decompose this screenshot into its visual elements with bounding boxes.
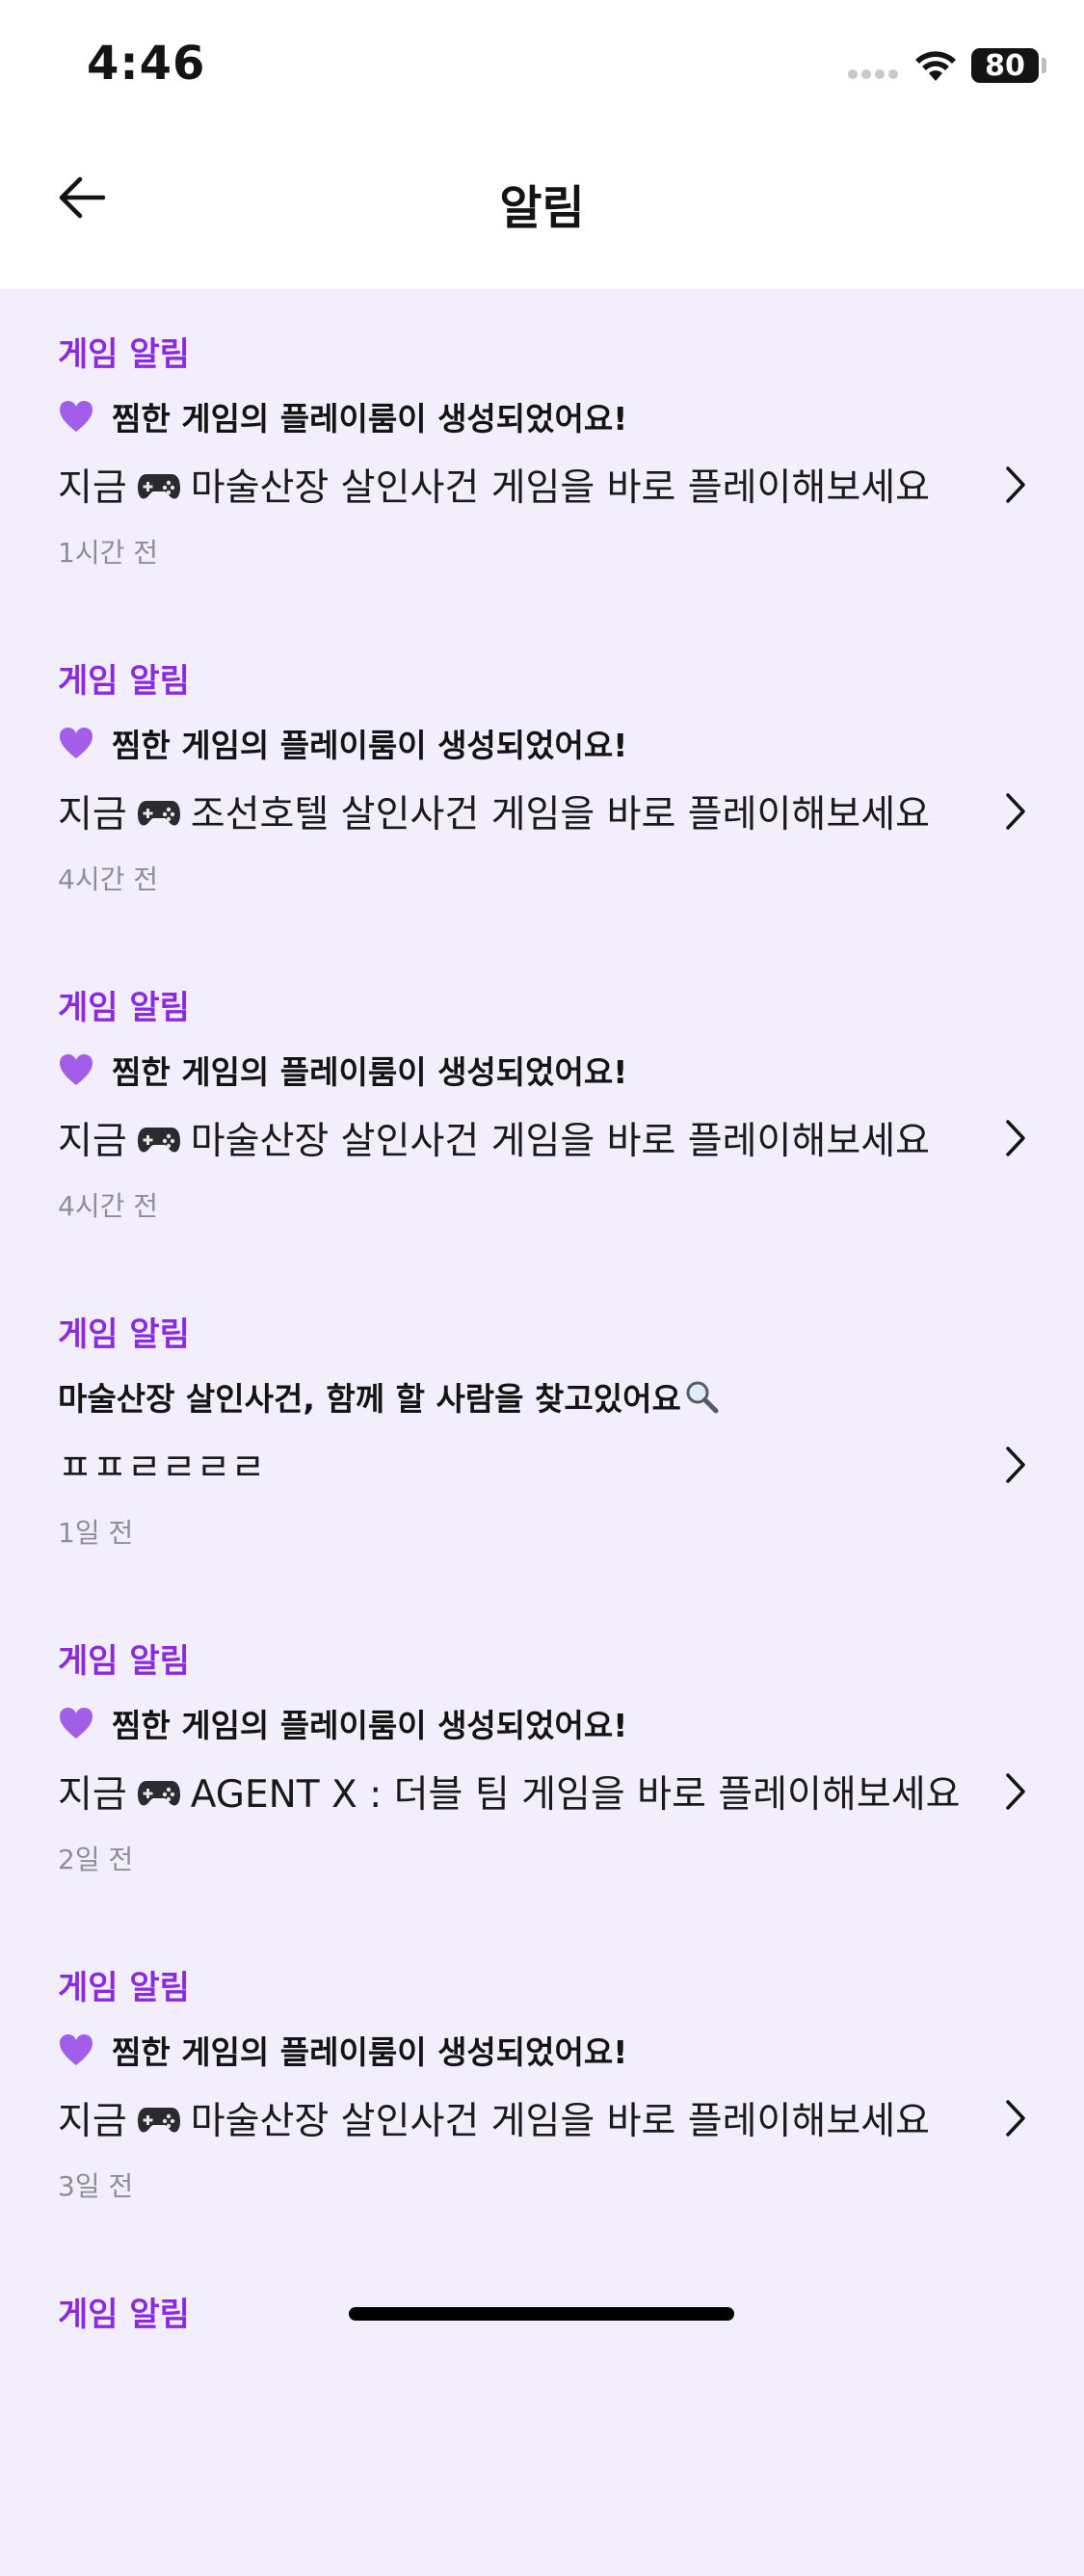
message-text: 마술산장 살인사건 게임을 바로 플레이해보세요 bbox=[190, 2100, 930, 2143]
game-controller-icon bbox=[137, 474, 180, 499]
battery-icon: 80 bbox=[971, 48, 1039, 83]
message-prefix: 지금 bbox=[58, 1120, 127, 1163]
game-controller-icon bbox=[137, 2108, 180, 2133]
notification-time: 1시간 전 bbox=[58, 537, 158, 569]
chevron-right-icon bbox=[1006, 793, 1025, 830]
notification-message: 지금 조선호텔 살인사건 게임을 바로 플레이해보세요 bbox=[58, 784, 983, 838]
notification-headline: 찜한 게임의 플레이룸이 생성되었어요! bbox=[58, 1700, 627, 1746]
battery-cap bbox=[1042, 58, 1046, 73]
navigation-bar: 알림 bbox=[0, 135, 1084, 289]
notification-item[interactable]: 게임 알림 찜한 게임의 플레이룸이 생성되었어요! 지금 마술산장 살인사건 … bbox=[0, 289, 1084, 616]
notification-time: 1일 전 bbox=[58, 1517, 134, 1549]
notification-headline: 찜한 게임의 플레이룸이 생성되었어요! bbox=[58, 393, 627, 439]
chevron-right-icon bbox=[1006, 1447, 1025, 1483]
status-bar: 4:46 80 bbox=[0, 0, 1084, 135]
notification-message: 지금 마술산장 살인사건 게임을 바로 플레이해보세요 bbox=[58, 1111, 983, 1165]
chevron-right-icon bbox=[1006, 1773, 1025, 1810]
page-title: 알림 bbox=[499, 181, 585, 235]
notification-headline: 마술산장 살인사건, 함께 할 사람을 찾고있어요 bbox=[58, 1373, 720, 1420]
notification-category: 게임 알림 bbox=[58, 1969, 190, 2007]
purple-heart-icon bbox=[60, 1708, 93, 1739]
notification-headline: 찜한 게임의 플레이룸이 생성되었어요! bbox=[58, 1047, 627, 1093]
notification-item[interactable]: 게임 알림 찜한 게임의 플레이룸이 생성되었어요! 지금 마술산장 살인사건 … bbox=[0, 943, 1084, 1269]
message-prefix: 지금 bbox=[58, 793, 127, 837]
notification-item[interactable]: 게임 알림 마술산장 살인사건, 함께 할 사람을 찾고있어요 ㅍㅍㄹㄹㄹㄹ 1… bbox=[0, 1269, 1084, 1596]
notification-message: ㅍㅍㄹㄹㄹㄹ bbox=[58, 1438, 983, 1492]
purple-heart-icon bbox=[60, 401, 93, 432]
battery-level: 80 bbox=[985, 48, 1025, 83]
notification-headline-text: 찜한 게임의 플레이룸이 생성되었어요! bbox=[112, 2033, 628, 2071]
chevron-right-icon bbox=[1006, 2100, 1025, 2137]
notification-message: 지금 마술산장 살인사건 게임을 바로 플레이해보세요 bbox=[58, 2091, 983, 2145]
message-prefix: 지금 bbox=[58, 2100, 127, 2143]
notification-list: 게임 알림 찜한 게임의 플레이룸이 생성되었어요! 지금 마술산장 살인사건 … bbox=[0, 289, 1084, 2576]
chevron-right-icon bbox=[1006, 1120, 1025, 1156]
wifi-icon bbox=[915, 51, 956, 81]
status-time: 4:46 bbox=[87, 37, 206, 91]
notification-message: 지금 AGENT X : 더블 팀 게임을 바로 플레이해보세요 bbox=[58, 1765, 983, 1819]
notification-item[interactable]: 게임 알림 찜한 게임의 플레이룸이 생성되었어요! 지금 마술산장 살인사건 … bbox=[0, 1923, 1084, 2249]
notification-headline: 찜한 게임의 플레이룸이 생성되었어요! bbox=[58, 2027, 627, 2073]
purple-heart-icon bbox=[60, 728, 93, 758]
notification-message: 지금 마술산장 살인사건 게임을 바로 플레이해보세요 bbox=[58, 458, 983, 512]
notification-headline-text: 찜한 게임의 플레이룸이 생성되었어요! bbox=[112, 727, 628, 764]
notification-item[interactable]: 게임 알림 찜한 게임의 플레이룸이 생성되었어요! 지금 AGENT X : … bbox=[0, 1596, 1084, 1923]
notification-item[interactable]: 게임 알림 찜한 게임의 플레이룸이 생성되었어요! 지금 조선호텔 살인사건 … bbox=[0, 616, 1084, 943]
message-prefix: 지금 bbox=[58, 466, 127, 510]
game-controller-icon bbox=[137, 1128, 180, 1153]
notification-time: 3일 전 bbox=[58, 2170, 134, 2202]
notification-time: 4시간 전 bbox=[58, 1190, 158, 1222]
home-indicator[interactable] bbox=[349, 2307, 734, 2321]
notification-category: 게임 알림 bbox=[58, 1315, 190, 1354]
message-text: AGENT X : 더블 팀 게임을 바로 플레이해보세요 bbox=[190, 1773, 961, 1817]
message-text: 마술산장 살인사건 게임을 바로 플레이해보세요 bbox=[190, 1120, 930, 1163]
notification-category: 게임 알림 bbox=[58, 335, 190, 374]
magnifying-glass-icon bbox=[686, 1381, 719, 1414]
chevron-right-icon bbox=[1006, 466, 1025, 503]
purple-heart-icon bbox=[60, 1054, 93, 1085]
notification-category: 게임 알림 bbox=[58, 662, 190, 701]
notification-category: 게임 알림 bbox=[58, 2296, 190, 2334]
notification-headline: 찜한 게임의 플레이룸이 생성되었어요! bbox=[58, 720, 627, 766]
message-text: ㅍㅍㄹㄹㄹㄹ bbox=[58, 1447, 266, 1490]
notification-headline-text: 찜한 게임의 플레이룸이 생성되었어요! bbox=[112, 1707, 628, 1744]
notification-headline-text: 찜한 게임의 플레이룸이 생성되었어요! bbox=[112, 1053, 628, 1091]
cellular-signal-icon bbox=[848, 69, 901, 81]
notification-headline-text: 찜한 게임의 플레이룸이 생성되었어요! bbox=[112, 400, 628, 438]
message-prefix: 지금 bbox=[58, 1773, 127, 1817]
notification-headline-text: 마술산장 살인사건, 함께 할 사람을 찾고있어요 bbox=[58, 1380, 681, 1418]
game-controller-icon bbox=[137, 1781, 180, 1806]
notification-category: 게임 알림 bbox=[58, 1642, 190, 1681]
notification-category: 게임 알림 bbox=[58, 989, 190, 1027]
notification-item[interactable]: 게임 알림 bbox=[0, 2249, 1084, 2576]
purple-heart-icon bbox=[60, 2034, 93, 2065]
message-text: 조선호텔 살인사건 게임을 바로 플레이해보세요 bbox=[190, 793, 930, 837]
notification-time: 4시간 전 bbox=[58, 863, 158, 895]
message-text: 마술산장 살인사건 게임을 바로 플레이해보세요 bbox=[190, 466, 930, 510]
notification-time: 2일 전 bbox=[58, 1844, 134, 1875]
game-controller-icon bbox=[137, 801, 180, 826]
